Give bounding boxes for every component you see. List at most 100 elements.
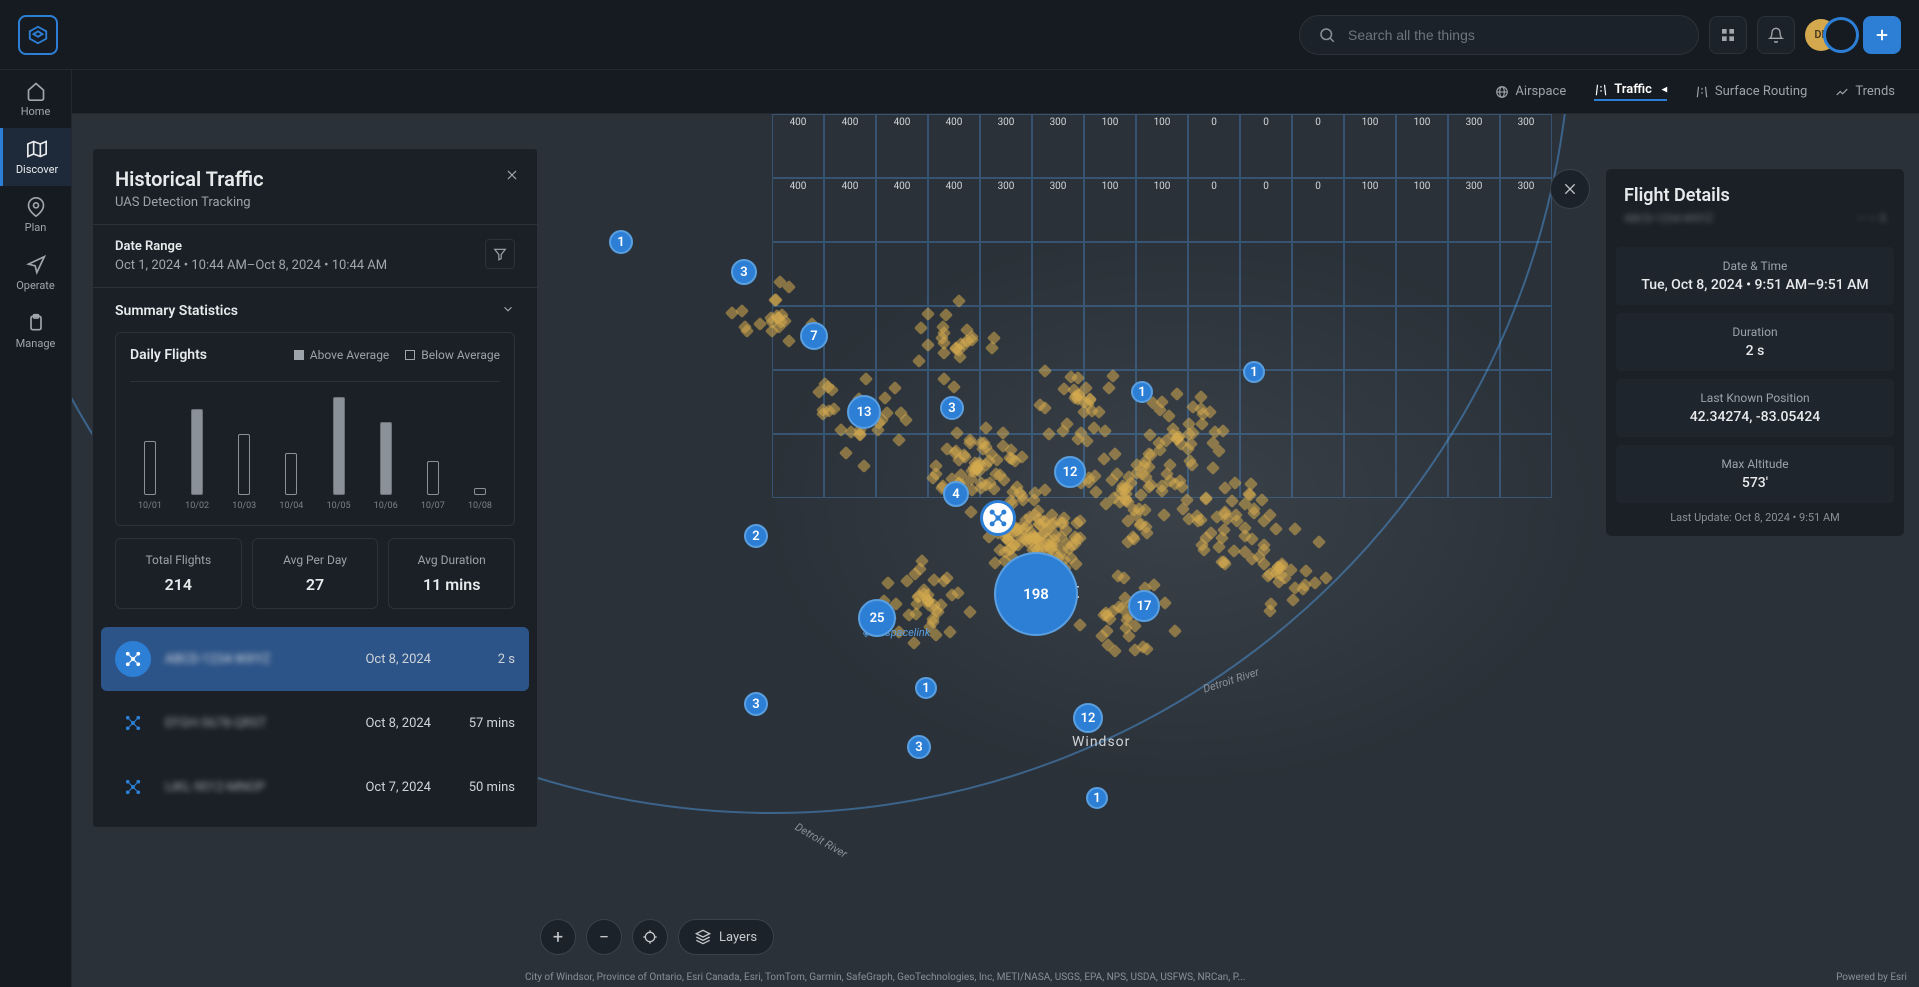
flight-list-item[interactable]: EFGH-5678-QRST Oct 8, 2024 57 mins: [101, 691, 529, 755]
chart-bar[interactable]: 10/07: [421, 461, 445, 511]
map-cluster[interactable]: 13: [847, 395, 881, 429]
minus-icon: −: [599, 927, 609, 948]
stat-avg-duration: Avg Duration 11 mins: [388, 538, 515, 609]
flight-duration: 2 s: [465, 652, 515, 667]
panel-subtitle: UAS Detection Tracking: [115, 195, 515, 210]
chart-bar[interactable]: 10/03: [232, 434, 256, 511]
clipboard-icon: [26, 313, 46, 333]
flight-id: EFGH-5678-QRST: [165, 716, 351, 731]
nav-plan[interactable]: Plan: [0, 186, 71, 244]
app-header: DE: [0, 0, 1919, 70]
navigate-icon: [26, 255, 46, 275]
details-duration: Duration 2 s: [1616, 313, 1894, 371]
nav-home[interactable]: Home: [0, 70, 71, 128]
panel-close-button[interactable]: [505, 167, 519, 186]
drone-marker[interactable]: [980, 500, 1016, 536]
chart-bar[interactable]: 10/08: [468, 488, 492, 511]
flight-list-item[interactable]: ABCD-1234-WXYZ Oct 8, 2024 2 s: [101, 627, 529, 691]
tab-trends[interactable]: Trends: [1835, 84, 1895, 99]
map-cluster[interactable]: 3: [940, 396, 964, 420]
locate-button[interactable]: [632, 919, 668, 955]
add-button[interactable]: [1863, 16, 1901, 54]
details-last-update: Last Update: Oct 8, 2024 • 9:51 AM: [1606, 511, 1904, 524]
map-controls: + − Layers: [540, 919, 774, 955]
tab-airspace[interactable]: Airspace: [1495, 84, 1566, 99]
map-cluster[interactable]: 3: [731, 259, 757, 285]
map-cluster[interactable]: 1: [915, 677, 937, 699]
map-cluster[interactable]: 3: [907, 735, 931, 759]
panel-title: Historical Traffic: [115, 167, 515, 191]
plus-icon: +: [553, 927, 563, 948]
close-icon: [505, 168, 519, 182]
flight-date: Oct 7, 2024: [365, 780, 431, 795]
nav-discover[interactable]: Discover: [0, 128, 71, 186]
chart-bar[interactable]: 10/06: [374, 422, 398, 511]
details-title: Flight Details: [1606, 169, 1904, 212]
flight-list: ABCD-1234-WXYZ Oct 8, 2024 2 s EFGH-5678…: [93, 627, 537, 827]
map-cluster[interactable]: 25: [858, 599, 896, 637]
map-attribution: City of Windsor, Province of Ontario, Es…: [525, 972, 1919, 983]
details-datetime: Date & Time Tue, Oct 8, 2024 • 9:51 AM–9…: [1616, 247, 1894, 305]
layers-icon: [695, 929, 711, 945]
flight-date: Oct 8, 2024: [365, 716, 431, 731]
chart-bar[interactable]: 10/04: [279, 453, 303, 511]
map-cluster[interactable]: 4: [943, 481, 969, 507]
map-cluster[interactable]: 7: [800, 322, 828, 350]
side-nav: Home Discover Plan Operate Manage: [0, 70, 72, 987]
nav-operate[interactable]: Operate: [0, 244, 71, 302]
drone-icon: [115, 705, 151, 741]
map-cluster[interactable]: 1: [609, 230, 633, 254]
plus-icon: [1873, 26, 1891, 44]
details-position: Last Known Position 42.34274, -83.05424: [1616, 379, 1894, 437]
chart-bar[interactable]: 10/02: [185, 409, 209, 511]
notifications-button[interactable]: [1757, 16, 1795, 54]
map-cluster[interactable]: 2: [744, 524, 768, 548]
road-icon: [1695, 85, 1709, 99]
map-cluster[interactable]: 12: [1054, 456, 1086, 488]
map-cluster[interactable]: 1: [1243, 361, 1265, 383]
legend-above-icon: [294, 350, 304, 360]
app-logo[interactable]: [18, 15, 58, 55]
map-cluster[interactable]: 1: [1086, 787, 1108, 809]
layers-button[interactable]: Layers: [678, 919, 774, 955]
map-cluster[interactable]: 1: [1131, 381, 1153, 403]
flight-list-item[interactable]: IJKL-9012-MNOP Oct 7, 2024 50 mins: [101, 755, 529, 819]
stat-total-flights: Total Flights 214: [115, 538, 242, 609]
chart-bars: 10/01 10/02 10/03 10/04 10/05 10/06 10/07 10/08: [130, 381, 500, 511]
map-cluster[interactable]: 17: [1128, 590, 1160, 622]
road-icon: [1594, 83, 1608, 97]
tab-traffic[interactable]: Traffic: [1594, 82, 1667, 101]
flight-duration: 50 mins: [465, 780, 515, 795]
flight-id: IJKL-9012-MNOP: [165, 780, 351, 795]
filter-button[interactable]: [485, 239, 515, 269]
chevron-down-icon: [501, 302, 515, 316]
details-subheader: ABCD-1234-WXYZ — — 5: [1606, 212, 1904, 239]
search-icon: [1318, 26, 1336, 44]
flight-duration: 57 mins: [465, 716, 515, 731]
zoom-in-button[interactable]: +: [540, 919, 576, 955]
filter-icon: [493, 247, 507, 261]
zoom-out-button[interactable]: −: [586, 919, 622, 955]
home-icon: [26, 81, 46, 101]
historical-traffic-panel: Historical Traffic UAS Detection Trackin…: [92, 148, 538, 828]
search-input[interactable]: [1348, 27, 1680, 43]
apps-button[interactable]: [1709, 16, 1747, 54]
map-label-windsor: Windsor: [1072, 734, 1130, 750]
chart-bar[interactable]: 10/05: [327, 397, 351, 511]
nav-manage[interactable]: Manage: [0, 302, 71, 360]
map-cluster-large[interactable]: 198: [994, 552, 1078, 636]
summary-collapse-toggle[interactable]: [501, 302, 515, 320]
grid-icon: [1720, 27, 1736, 43]
flight-id: ABCD-1234-WXYZ: [165, 652, 351, 667]
chart-bar[interactable]: 10/01: [138, 441, 162, 511]
tab-surface-routing[interactable]: Surface Routing: [1695, 84, 1807, 99]
avatar-ring-icon: [1823, 17, 1859, 53]
global-search[interactable]: [1299, 15, 1699, 55]
drone-icon: [115, 769, 151, 805]
user-menu[interactable]: DE: [1805, 19, 1837, 51]
details-close-button[interactable]: [1550, 169, 1590, 209]
map-cluster[interactable]: 3: [744, 692, 768, 716]
map-cluster[interactable]: 12: [1073, 703, 1103, 733]
bell-icon: [1768, 27, 1784, 43]
pin-icon: [26, 197, 46, 217]
